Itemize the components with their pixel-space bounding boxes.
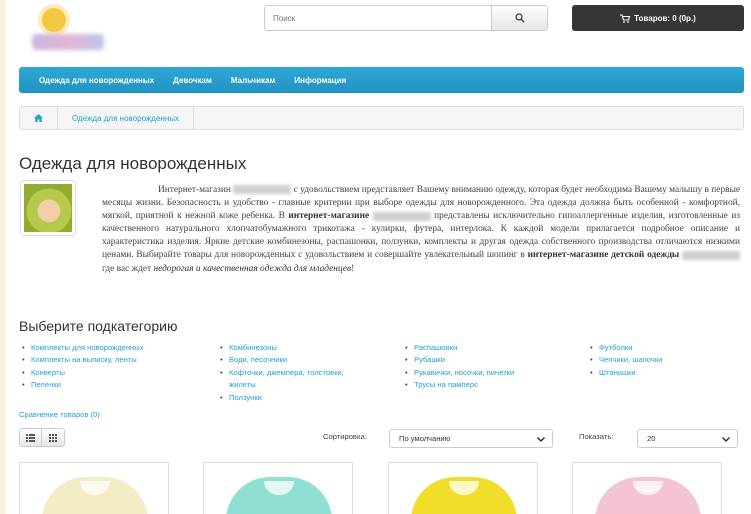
logo-text-blurred — [32, 34, 104, 50]
product-image — [42, 477, 148, 514]
nav-item-info[interactable]: Информация — [294, 76, 346, 85]
page-title: Одежда для новорожденных — [19, 154, 247, 173]
product-card[interactable] — [388, 462, 538, 514]
subcategory-link[interactable]: Комплекты для новорожденных — [31, 343, 144, 352]
list-item: Пеленки — [19, 379, 189, 392]
list-item: Футболки — [587, 342, 737, 355]
subcategory-link[interactable]: Ползунки — [229, 393, 262, 402]
chevron-down-icon — [536, 436, 546, 443]
compare-link[interactable]: Сравнение товаров (0) — [19, 410, 100, 419]
desc-text: где вас ждет — [102, 263, 152, 274]
subcategory-link[interactable]: Конверты — [31, 368, 65, 377]
list-item: Ползунки — [217, 392, 367, 405]
subcategory-link[interactable]: Пеленки — [31, 380, 61, 389]
nav-item-boys[interactable]: Мальчикам — [231, 76, 275, 85]
list-item: Чепчики, шапочки — [587, 354, 737, 367]
desc-bold: интернет-магазине детской одежды — [527, 250, 680, 261]
list-item: Комплекты на выписку, ленты — [19, 354, 189, 367]
sun-logo-icon — [42, 8, 66, 32]
subcategory-title: Выберите подкатегорию — [19, 318, 178, 334]
subcategory-link[interactable]: Рубашки — [414, 355, 445, 364]
product-card[interactable] — [572, 462, 722, 514]
logo[interactable] — [26, 4, 106, 56]
limit-value: 20 — [647, 434, 656, 443]
product-image — [226, 477, 332, 514]
subcategory-link[interactable]: Кофточки, джемпера, толстовки, жилеты — [229, 368, 344, 389]
product-card[interactable] — [203, 462, 353, 514]
cart-label: Товаров: 0 (0р.) — [634, 13, 696, 23]
list-item: Трусы на памперс — [402, 379, 572, 392]
list-item: Комбинезоны — [217, 342, 367, 355]
nav-item-newborn[interactable]: Одежда для новорожденных — [39, 76, 154, 85]
blurred-shop-name — [372, 211, 431, 221]
product-card[interactable] — [19, 462, 169, 514]
list-item: Штанишки — [587, 367, 737, 380]
list-item: Рубашки — [402, 354, 572, 367]
limit-label: Показать: — [579, 432, 614, 441]
subcategory-column-4: Футболки Чепчики, шапочки Штанишки — [587, 342, 737, 380]
list-item: Кофточки, джемпера, толстовки, жилеты — [217, 367, 367, 392]
main-nav: Одежда для новорожденных Девочкам Мальчи… — [19, 67, 744, 93]
blurred-shop-name — [233, 185, 292, 195]
list-item: Конверты — [19, 367, 189, 380]
blurred-shop-name — [682, 250, 741, 260]
grid-view-button[interactable] — [42, 428, 65, 447]
breadcrumb-separator — [193, 107, 194, 129]
cart-button[interactable]: Товаров: 0 (0р.) — [572, 5, 744, 31]
subcategory-column-1: Комплекты для новорожденных Комплекты на… — [19, 342, 189, 392]
grid-icon — [49, 433, 57, 442]
category-thumbnail — [20, 180, 76, 236]
list-item: Рукавички, носочки, пинетки — [402, 367, 572, 380]
subcategory-link[interactable]: Комплекты на выписку, ленты — [31, 355, 137, 364]
sort-value: По умолчанию — [399, 434, 451, 443]
subcategory-link[interactable]: Комбинезоны — [229, 343, 277, 352]
search-icon — [514, 13, 525, 23]
subcategory-link[interactable]: Распашонки — [414, 343, 457, 352]
product-image — [411, 477, 517, 514]
subcategory-column-2: Комбинезоны Боди, песочники Кофточки, дж… — [217, 342, 367, 404]
subcategory-link[interactable]: Штанишки — [599, 368, 636, 377]
desc-text: Интернет-магазин — [158, 185, 231, 195]
limit-select[interactable]: 20 — [637, 429, 738, 448]
category-description: Интернет-магазин с удовольствием предста… — [102, 185, 741, 274]
list-item: Комплекты для новорожденных — [19, 342, 189, 355]
baby-image — [24, 184, 72, 232]
search-input[interactable] — [265, 6, 491, 30]
cart-icon — [620, 13, 631, 23]
subcategory-column-3: Распашонки Рубашки Рукавички, носочки, п… — [402, 342, 572, 392]
subcategory-link[interactable]: Трусы на памперс — [414, 380, 478, 389]
list-item: Распашонки — [402, 342, 572, 355]
search-button[interactable] — [491, 6, 547, 30]
list-icon — [26, 433, 35, 442]
home-icon — [34, 114, 43, 122]
subcategory-link[interactable]: Футболки — [599, 343, 632, 352]
page: Товаров: 0 (0р.) Одежда для новорожденны… — [6, 0, 751, 514]
chevron-down-icon — [721, 436, 731, 443]
sort-select[interactable]: По умолчанию — [389, 429, 553, 448]
breadcrumb: Одежда для новорожденных — [19, 106, 744, 130]
subcategory-link[interactable]: Рукавички, носочки, пинетки — [414, 368, 514, 377]
search-bar — [264, 5, 548, 31]
subcategory-link[interactable]: Боди, песочники — [229, 355, 287, 364]
nav-item-girls[interactable]: Девочкам — [173, 76, 212, 85]
desc-italic: недорогая и качественная одежда для млад… — [153, 263, 352, 274]
breadcrumb-current[interactable]: Одежда для новорожденных — [58, 107, 193, 129]
subcategory-link[interactable]: Чепчики, шапочки — [599, 355, 662, 364]
desc-bold: интернет-магазине — [288, 211, 370, 222]
list-item: Боди, песочники — [217, 354, 367, 367]
breadcrumb-home[interactable] — [20, 107, 57, 129]
product-image — [595, 477, 701, 514]
list-view-button[interactable] — [19, 428, 42, 447]
view-toggle — [19, 428, 65, 447]
sort-label: Сортировка: — [323, 432, 367, 441]
